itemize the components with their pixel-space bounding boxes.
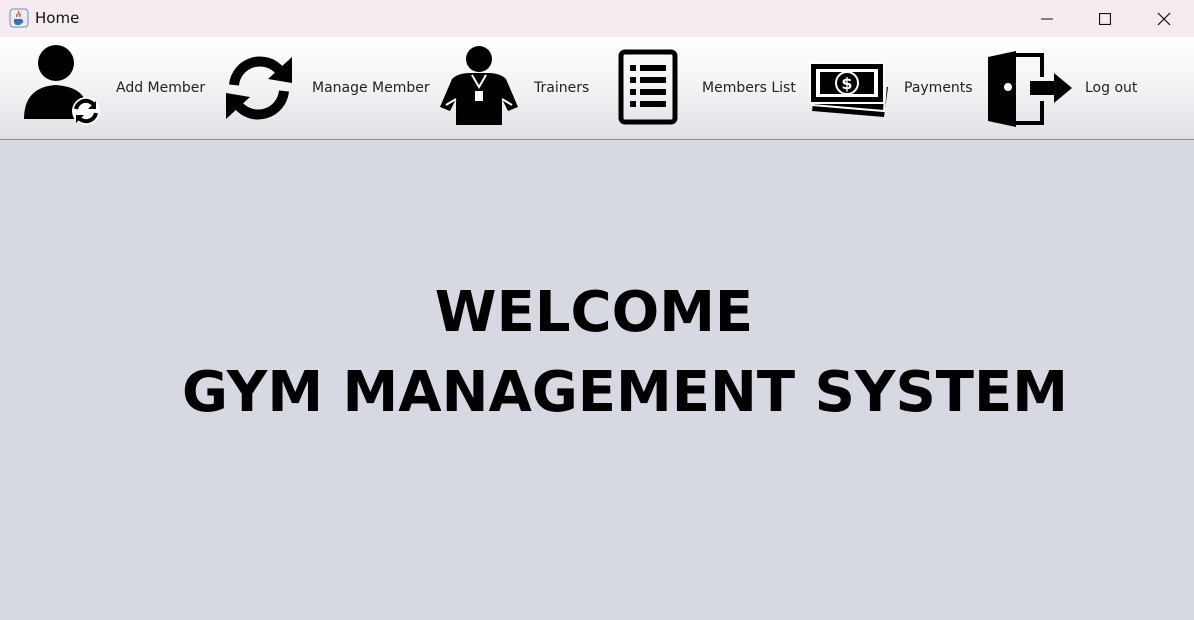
add-member-button[interactable]: Add Member [18,37,206,139]
close-icon [1157,12,1171,25]
trainers-button[interactable]: Trainers [436,37,596,139]
minimize-button[interactable] [1018,0,1076,37]
java-cup-icon [9,8,29,28]
members-list-label: Members List [702,80,796,96]
list-icon [618,49,678,125]
payments-button[interactable]: $ Payments [806,37,978,139]
user-refresh-icon [24,45,100,125]
logout-button[interactable]: Log out [984,37,1144,139]
svg-text:$: $ [841,74,852,93]
payments-label: Payments [904,80,973,96]
system-title-heading: GYM MANAGEMENT SYSTEM [182,360,1068,425]
logout-door-icon [988,51,1072,127]
manage-member-label: Manage Member [312,80,430,96]
refresh-icon [226,56,292,120]
trainers-label: Trainers [534,80,590,96]
money-icon: $ [809,62,888,117]
manage-member-button[interactable]: Manage Member [220,37,430,139]
logout-label: Log out [1085,80,1138,96]
window-title: Home [35,9,80,27]
title-bar: Home [0,0,1194,37]
trainer-icon [440,46,518,125]
add-member-label: Add Member [116,80,206,96]
close-button[interactable] [1135,0,1193,37]
maximize-icon [1099,12,1111,25]
maximize-button[interactable] [1076,0,1134,37]
main-toolbar: Add Member Manage Member Trainers Member… [0,37,1194,140]
minimize-icon [1041,18,1053,19]
members-list-button[interactable]: Members List [614,37,796,139]
welcome-heading: WELCOME [434,280,754,345]
